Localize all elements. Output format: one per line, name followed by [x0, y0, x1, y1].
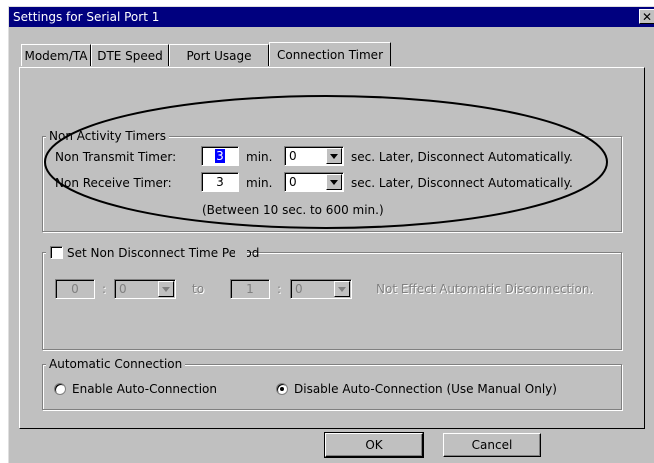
- non-disconnect-label: Set Non Disconnect Time Period: [67, 246, 260, 260]
- not-effect-label: Not Effect Automatic Disconnection.: [376, 282, 594, 296]
- non-disconnect-checkbox[interactable]: [50, 246, 63, 259]
- colon-separator: :: [102, 282, 107, 296]
- ok-button[interactable]: OK: [324, 432, 424, 458]
- end-min-select[interactable]: 0: [290, 279, 352, 299]
- close-icon[interactable]: ✕: [639, 9, 654, 24]
- colon-separator: :: [277, 282, 282, 296]
- end-hour-input[interactable]: 1: [230, 279, 270, 299]
- connection-timer-panel: Non Activity Timers Non Transmit Timer: …: [19, 67, 645, 429]
- auto-connection-group-label: Automatic Connection: [46, 357, 186, 371]
- tab-label: Port Usage: [186, 49, 252, 63]
- tab-connection-timer[interactable]: Connection Timer: [269, 42, 391, 66]
- title-bar: Settings for Serial Port 1 ✕: [9, 7, 654, 27]
- non-disconnect-group: [42, 252, 622, 350]
- start-min-select[interactable]: 0: [114, 279, 176, 299]
- chevron-down-icon[interactable]: [158, 281, 174, 297]
- enable-auto-connection-radio[interactable]: [54, 383, 66, 395]
- disable-auto-connection-radio[interactable]: [276, 383, 288, 395]
- cancel-button[interactable]: Cancel: [443, 433, 541, 457]
- chevron-down-icon[interactable]: [334, 281, 350, 297]
- select-value: 0: [295, 282, 303, 296]
- start-hour-input[interactable]: 0: [55, 279, 95, 299]
- tab-dte-speed[interactable]: DTE Speed: [91, 44, 169, 66]
- tab-port-usage[interactable]: Port Usage: [169, 44, 269, 66]
- window-title: Settings for Serial Port 1: [13, 10, 160, 24]
- disable-auto-connection-label[interactable]: Disable Auto-Connection (Use Manual Only…: [294, 382, 557, 396]
- non-disconnect-header: Set Non Disconnect Time Period: [46, 245, 259, 261]
- tab-label: Modem/TA: [24, 49, 88, 63]
- select-value: 0: [119, 282, 127, 296]
- enable-auto-connection-label[interactable]: Enable Auto-Connection: [72, 382, 217, 396]
- to-label: to: [192, 282, 205, 296]
- tab-label: Connection Timer: [276, 48, 383, 62]
- settings-dialog: Settings for Serial Port 1 ✕ Modem/TA DT…: [8, 6, 654, 463]
- tab-label: DTE Speed: [97, 49, 163, 63]
- tab-modem-ta[interactable]: Modem/TA: [21, 44, 91, 66]
